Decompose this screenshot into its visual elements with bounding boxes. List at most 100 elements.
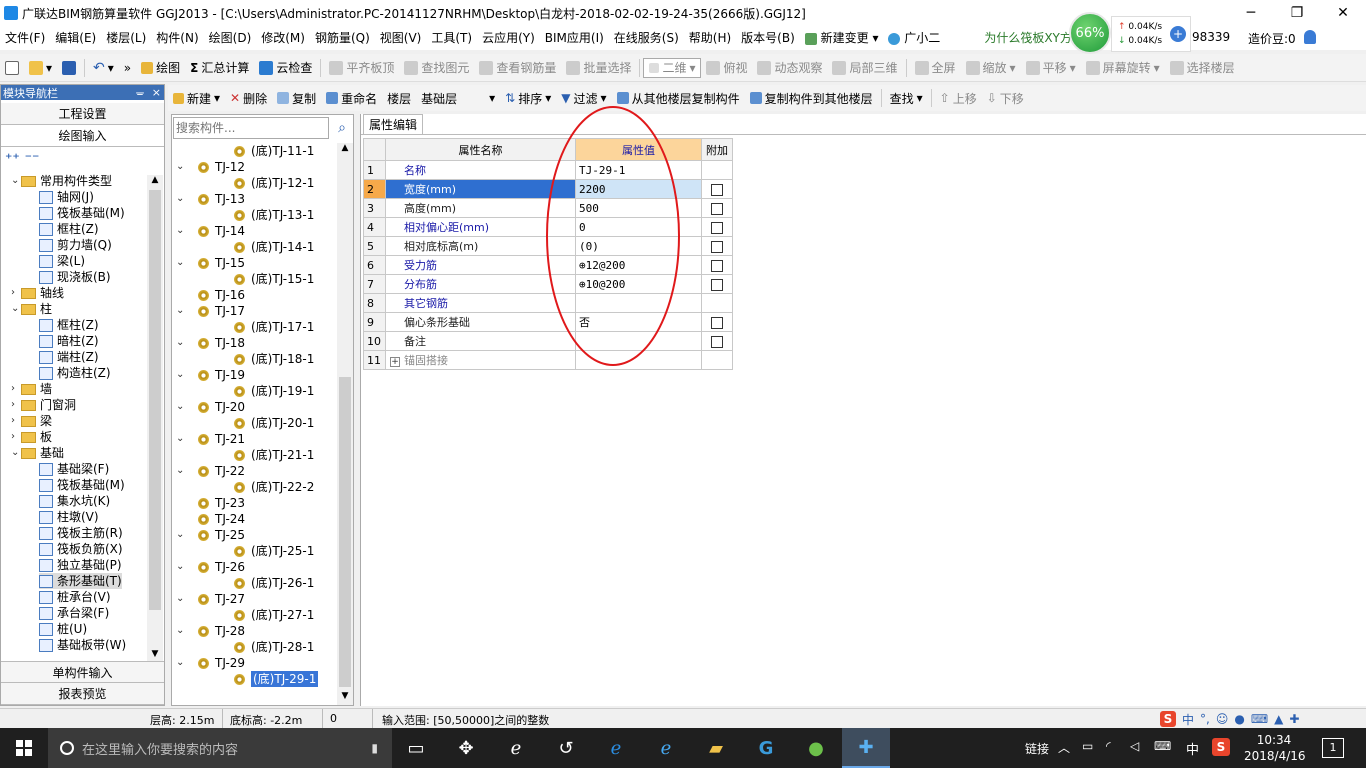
task-view-icon[interactable]: ▭ xyxy=(392,728,440,768)
nav-tree-item[interactable]: 条形基础(T) xyxy=(39,573,122,589)
extra-checkbox[interactable] xyxy=(711,221,723,234)
component-subitem[interactable]: (底)TJ-13-1 xyxy=(234,207,314,223)
nav-tree-folder[interactable]: ⌄ 柱 xyxy=(11,301,52,317)
ime-indicator[interactable]: 中 xyxy=(1186,739,1199,758)
undo-button[interactable]: ↶ ▾ xyxy=(88,56,119,80)
chevron-up-icon[interactable]: ︿ xyxy=(1058,739,1070,756)
price-bean[interactable]: 造价豆:0 xyxy=(1248,30,1296,47)
component-item[interactable]: ⌄ TJ-14 xyxy=(176,223,245,239)
report-preview-button[interactable]: 报表预览 xyxy=(1,683,164,705)
component-subitem[interactable]: (底)TJ-17-1 xyxy=(234,319,314,335)
taskbar-search-box[interactable]: 在这里输入你要搜索的内容 ▮ xyxy=(48,728,392,768)
component-item[interactable]: ⌄ TJ-20 xyxy=(176,399,245,415)
fullscreen-button[interactable]: 全屏 xyxy=(910,56,961,80)
emoji-icon[interactable]: ☺ xyxy=(1216,712,1229,726)
new-change-button[interactable]: 新建变更 ▾ xyxy=(800,26,884,50)
menu-component[interactable]: 构件(N) xyxy=(151,26,203,50)
copy-to-floor-button[interactable]: 复制构件到其他楼层 xyxy=(745,86,878,110)
scroll-thumb[interactable] xyxy=(339,377,351,687)
green-app-icon[interactable]: ● xyxy=(792,728,840,768)
menu-draw[interactable]: 绘图(D) xyxy=(204,26,257,50)
component-subitem[interactable]: (底)TJ-12-1 xyxy=(234,175,314,191)
punct-icon[interactable]: °, xyxy=(1200,712,1210,726)
nav-tree-item[interactable]: 基础梁(F) xyxy=(39,461,109,477)
glodon-g-icon[interactable]: G xyxy=(742,728,790,768)
nav-tree-item[interactable]: 梁(L) xyxy=(39,253,85,269)
nav-tree-folder[interactable]: ⌄ 常用构件类型 xyxy=(11,173,112,189)
floor-select[interactable]: 基础层 ▾ xyxy=(416,86,500,110)
save-icon[interactable] xyxy=(57,56,81,80)
move-down-button[interactable]: ⇩ 下移 xyxy=(982,86,1029,110)
nav-tree-item[interactable]: 现浇板(B) xyxy=(39,269,111,285)
component-item[interactable]: TJ-24 xyxy=(198,511,245,527)
component-subitem[interactable]: (底)TJ-29-1 xyxy=(234,671,319,687)
component-item[interactable]: ⌄ TJ-13 xyxy=(176,191,245,207)
menu-online[interactable]: 在线服务(S) xyxy=(609,26,684,50)
component-subitem[interactable]: (底)TJ-18-1 xyxy=(234,351,314,367)
menu-rebar-qty[interactable]: 钢筋量(Q) xyxy=(310,26,375,50)
search-icon[interactable]: ⌕ xyxy=(331,117,353,139)
chevron-right-icon[interactable]: › xyxy=(11,381,21,397)
chevron-down-icon[interactable]: ⌄ xyxy=(176,191,186,207)
scroll-up-icon[interactable]: ▲ xyxy=(147,175,163,189)
open-file-icon[interactable]: ▾ xyxy=(24,56,57,80)
chevron-right-icon[interactable]: › xyxy=(11,429,21,445)
component-item[interactable]: ⌄ TJ-27 xyxy=(176,591,245,607)
extra-checkbox[interactable] xyxy=(711,240,723,253)
component-subitem[interactable]: (底)TJ-19-1 xyxy=(234,383,314,399)
nav-scrollbar[interactable]: ▲ ▼ xyxy=(147,175,163,663)
toolbar-overflow[interactable]: » xyxy=(119,56,136,80)
nav-tree-item[interactable]: 框柱(Z) xyxy=(39,221,99,237)
bell-icon[interactable] xyxy=(1304,30,1316,44)
nav-tree-item[interactable]: 桩(U) xyxy=(39,621,87,637)
plus-icon[interactable]: + xyxy=(1170,26,1186,42)
scroll-up-icon[interactable]: ▲ xyxy=(337,143,353,157)
menu-help[interactable]: 帮助(H) xyxy=(684,26,736,50)
maximize-button[interactable]: ❐ xyxy=(1274,0,1320,26)
component-subitem[interactable]: (底)TJ-27-1 xyxy=(234,607,314,623)
chevron-down-icon[interactable]: ⌄ xyxy=(176,303,186,319)
screen-rotate-button[interactable]: 屏幕旋转 ▾ xyxy=(1081,56,1165,80)
menu-cloud[interactable]: 云应用(Y) xyxy=(477,26,540,50)
single-component-input-button[interactable]: 单构件输入 xyxy=(1,661,164,683)
ime-chinese-icon[interactable]: 中 xyxy=(1182,711,1194,728)
ie-legacy-icon[interactable]: ℯ xyxy=(492,728,540,768)
nav-tree-item[interactable]: 桩承台(V) xyxy=(39,589,111,605)
chevron-down-icon[interactable]: ⌄ xyxy=(176,655,186,671)
component-subitem[interactable]: (底)TJ-25-1 xyxy=(234,543,314,559)
nav-tree-item[interactable]: 端柱(Z) xyxy=(39,349,99,365)
copy-button[interactable]: 复制 xyxy=(272,86,321,110)
align-slab-top-button[interactable]: 平齐板顶 xyxy=(324,56,399,80)
sogou-icon[interactable]: S xyxy=(1160,711,1176,727)
nav-tree-item[interactable]: 筏板负筋(X) xyxy=(39,541,123,557)
component-item[interactable]: TJ-23 xyxy=(198,495,245,511)
extra-checkbox[interactable] xyxy=(711,183,723,196)
menu-view[interactable]: 视图(V) xyxy=(375,26,427,50)
volume-icon[interactable]: ◁ xyxy=(1130,739,1139,753)
menu-floor[interactable]: 楼层(L) xyxy=(101,26,151,50)
chevron-down-icon[interactable]: ⌄ xyxy=(176,367,186,383)
assistant-button[interactable]: 广小二 xyxy=(883,26,945,50)
delete-button[interactable]: ✕ 删除 xyxy=(225,86,272,110)
skin-icon[interactable]: ▲ xyxy=(1274,712,1283,726)
component-item[interactable]: TJ-16 xyxy=(198,287,245,303)
find-element-button[interactable]: 查找图元 xyxy=(399,56,474,80)
component-item[interactable]: ⌄ TJ-12 xyxy=(176,159,245,175)
chevron-down-icon[interactable]: ⌄ xyxy=(176,335,186,351)
menu-version[interactable]: 版本号(B) xyxy=(736,26,800,50)
component-subitem[interactable]: (底)TJ-11-1 xyxy=(234,143,314,159)
move-up-button[interactable]: ⇧ 上移 xyxy=(935,86,982,110)
chevron-down-icon[interactable]: ⌄ xyxy=(176,255,186,271)
ggj-app-icon[interactable]: ✚ xyxy=(842,728,890,768)
local-3d-button[interactable]: 局部三维 xyxy=(827,56,902,80)
scroll-thumb[interactable] xyxy=(149,190,161,610)
pan-button[interactable]: 平移 ▾ xyxy=(1021,56,1081,80)
chevron-down-icon[interactable]: ⌄ xyxy=(176,463,186,479)
cloud-check-button[interactable]: 云检查 xyxy=(254,56,317,80)
extra-checkbox[interactable] xyxy=(711,259,723,272)
chevron-down-icon[interactable]: ⌄ xyxy=(176,527,186,543)
component-item[interactable]: ⌄ TJ-19 xyxy=(176,367,245,383)
scroll-down-icon[interactable]: ▼ xyxy=(337,691,353,705)
nav-tree-item[interactable]: 暗柱(Z) xyxy=(39,333,99,349)
draw-button[interactable]: 绘图 xyxy=(136,56,185,80)
